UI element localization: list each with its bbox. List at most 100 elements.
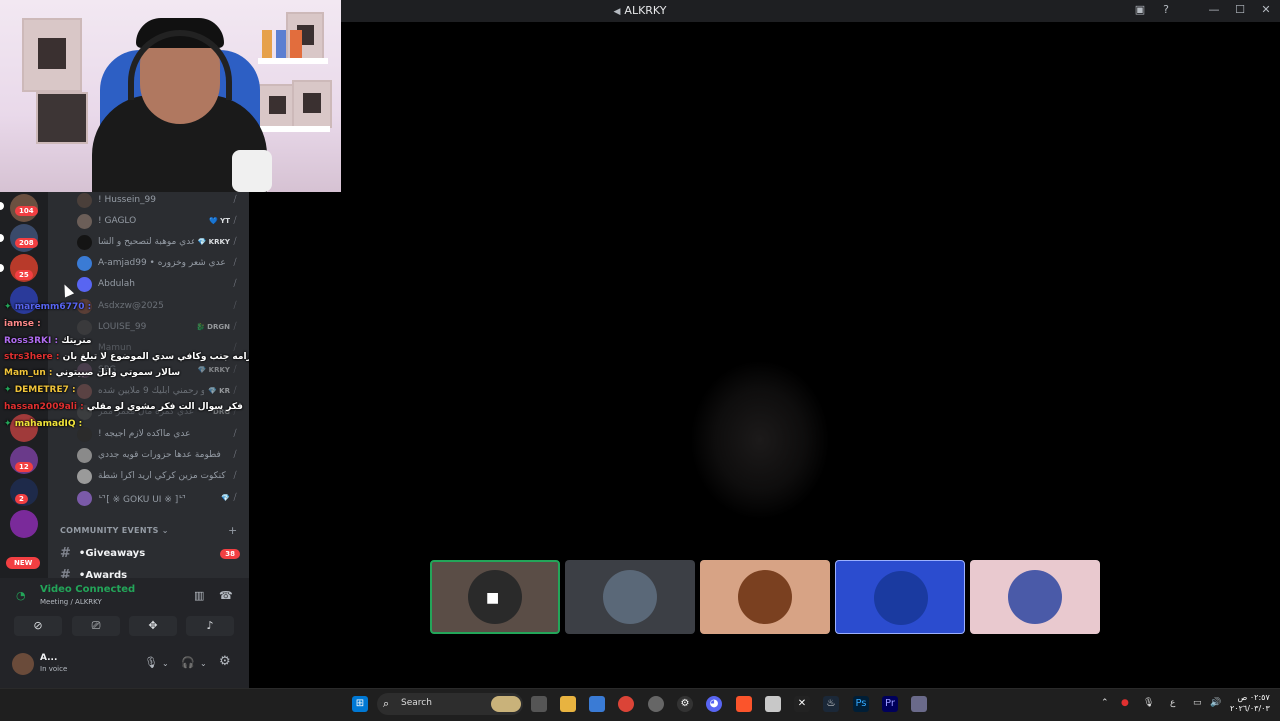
- server-badge: 104: [15, 206, 38, 216]
- deafened-icon: ⧸: [233, 365, 237, 375]
- voice-member[interactable]: فطومة عدها حزورات قويه جددي ⧸: [72, 445, 244, 465]
- avatar: [77, 468, 92, 484]
- store-icon[interactable]: [589, 696, 605, 712]
- microphone: [232, 150, 272, 192]
- add-channel-icon[interactable]: +: [228, 524, 237, 537]
- chat-message: Mam_un : سالار سموتي وانل صبيتوني: [4, 368, 181, 378]
- video-tile[interactable]: ■: [430, 560, 560, 634]
- file-explorer-icon[interactable]: [560, 696, 576, 712]
- voice-member[interactable]: كنكوت مزين كركي اريد اكرا شطة ⧸: [72, 466, 244, 486]
- task-view-icon[interactable]: [531, 696, 547, 712]
- chevron-down-icon[interactable]: ⌄: [162, 659, 169, 668]
- help-icon[interactable]: ?: [1160, 3, 1172, 16]
- category-header[interactable]: COMMUNITY EVENTS ⌄: [60, 526, 169, 535]
- deafened-icon: ⧸: [233, 301, 237, 311]
- avatar: [77, 276, 92, 292]
- chat-message: ✦ maremm6770 :: [4, 302, 92, 312]
- signal-icon[interactable]: ◔: [16, 589, 26, 602]
- voice-member[interactable]: LOUISE_99 🐉 DRGN ⧸: [72, 317, 244, 337]
- volume-icon[interactable]: 🔊: [1210, 698, 1221, 708]
- voice-member[interactable]: إعدي موهبة لتصحيح و الشأ 💎 KRKY ⧸: [72, 232, 244, 252]
- server-icon[interactable]: [10, 510, 38, 538]
- avatar: [1008, 570, 1062, 624]
- shelf-plaque-left: [258, 84, 296, 128]
- app-icon[interactable]: [648, 696, 664, 712]
- steelseries-icon[interactable]: ⚙: [677, 696, 693, 712]
- deafened-icon: ⧸: [233, 429, 237, 439]
- chat-message: Ross3RKI : منريتك: [4, 336, 92, 346]
- voice-member[interactable]: A-amjad99 • عدي شعر وخزوره ⧸: [72, 253, 244, 273]
- avatar: [77, 192, 92, 208]
- gear-icon[interactable]: ⚙: [219, 654, 231, 669]
- discord-icon[interactable]: ◕: [706, 696, 722, 712]
- avatar: [77, 447, 92, 463]
- voice-member[interactable]: Asdxzw@2025 ⧸: [72, 296, 244, 316]
- video-stage-shadow: [690, 360, 830, 520]
- server-badge: 208: [15, 238, 38, 248]
- voice-member[interactable]: ᄓ[ ※ GOKU UI ※ ]ᄓ 💎 ⧸: [72, 488, 244, 508]
- deafened-icon: ⧸: [233, 471, 237, 481]
- photoshop-icon[interactable]: Ps: [853, 696, 869, 712]
- minimize-icon[interactable]: —: [1208, 3, 1220, 16]
- headphones-icon[interactable]: 🎧: [181, 656, 195, 669]
- inbox-icon[interactable]: ▣: [1134, 3, 1146, 16]
- soundboard-button[interactable]: ♪: [186, 616, 234, 636]
- deafened-icon: ⧸: [233, 195, 237, 205]
- maximize-icon[interactable]: ☐: [1234, 3, 1246, 16]
- microphone-icon[interactable]: 🎙: [144, 656, 158, 669]
- video-tile[interactable]: [970, 560, 1100, 634]
- search-highlight-image: [491, 696, 521, 712]
- avatar: [874, 571, 928, 625]
- video-tile[interactable]: [565, 560, 695, 634]
- network-icon[interactable]: ▭: [1193, 698, 1202, 708]
- chevron-down-icon[interactable]: ⌄: [200, 659, 207, 668]
- capcut-icon[interactable]: ✕: [794, 696, 810, 712]
- windows-start-icon[interactable]: ⊞: [352, 696, 368, 712]
- unread-pip: [0, 234, 4, 242]
- video-tile[interactable]: [700, 560, 830, 634]
- disconnect-icon[interactable]: ☎: [219, 589, 233, 602]
- avatar: [77, 319, 92, 335]
- chrome-icon[interactable]: [618, 696, 634, 712]
- voice-member[interactable]: ! GAGLO 💙 YT ⧸: [72, 211, 244, 231]
- close-icon[interactable]: ✕: [1260, 3, 1272, 16]
- app-icon[interactable]: [911, 696, 927, 712]
- tray-app-icon[interactable]: ●: [1121, 698, 1129, 708]
- avatar: [77, 490, 92, 506]
- screen-share-button[interactable]: ⎚: [72, 616, 120, 636]
- avatar[interactable]: [12, 653, 34, 675]
- deafened-icon: ⧸: [233, 258, 237, 268]
- mention-badge: 38: [220, 548, 240, 559]
- channel-giveaways[interactable]: # • Giveaways 38: [60, 546, 240, 561]
- premiere-icon[interactable]: Pr: [882, 696, 898, 712]
- bottles: [262, 30, 302, 58]
- new-unreads-pill[interactable]: NEW: [6, 557, 41, 569]
- deafened-icon: ⧸: [233, 279, 237, 289]
- avatar: [77, 213, 92, 229]
- chevron-down-icon: ⌄: [161, 526, 169, 535]
- activities-button[interactable]: ✥: [129, 616, 177, 636]
- chat-message: ✦ mahamadIQ :: [4, 419, 83, 429]
- voice-status[interactable]: Video Connected: [40, 584, 135, 595]
- avatar: [738, 570, 792, 624]
- video-tile[interactable]: [835, 560, 965, 634]
- voice-member[interactable]: ! Hussein_99 ⧸: [72, 192, 244, 210]
- system-clock[interactable]: ٠٢:٥٧ ص ٢٠٢٦/٠٣/٠٣: [1230, 692, 1270, 714]
- noise-suppression-icon[interactable]: ▥: [194, 589, 204, 602]
- chevron-up-icon[interactable]: ⌃: [1101, 698, 1109, 708]
- app-icon[interactable]: [765, 696, 781, 712]
- microphone-icon[interactable]: 🎙: [1143, 698, 1154, 708]
- avatar: [77, 383, 92, 399]
- voice-member[interactable]: انزو رحمني ابليك 9 ملايين شده💎 KR⧸: [72, 381, 244, 401]
- steam-icon[interactable]: ♨: [823, 696, 839, 712]
- input-language[interactable]: ع: [1170, 698, 1175, 708]
- brave-icon[interactable]: [736, 696, 752, 712]
- camera-off-button[interactable]: ⊘: [14, 616, 62, 636]
- voice-member[interactable]: ! عدي مااكده لازم اجيجه ⧸: [72, 424, 244, 444]
- voice-location[interactable]: Meeting / ALKRKY: [40, 598, 102, 606]
- speaker-icon: ◀: [613, 7, 621, 17]
- deafened-icon: ⧸: [233, 450, 237, 460]
- avatar: [77, 255, 92, 271]
- taskbar-search[interactable]: ⌕ Search: [377, 693, 523, 715]
- voice-member[interactable]: Abdulah ⧸: [72, 274, 244, 294]
